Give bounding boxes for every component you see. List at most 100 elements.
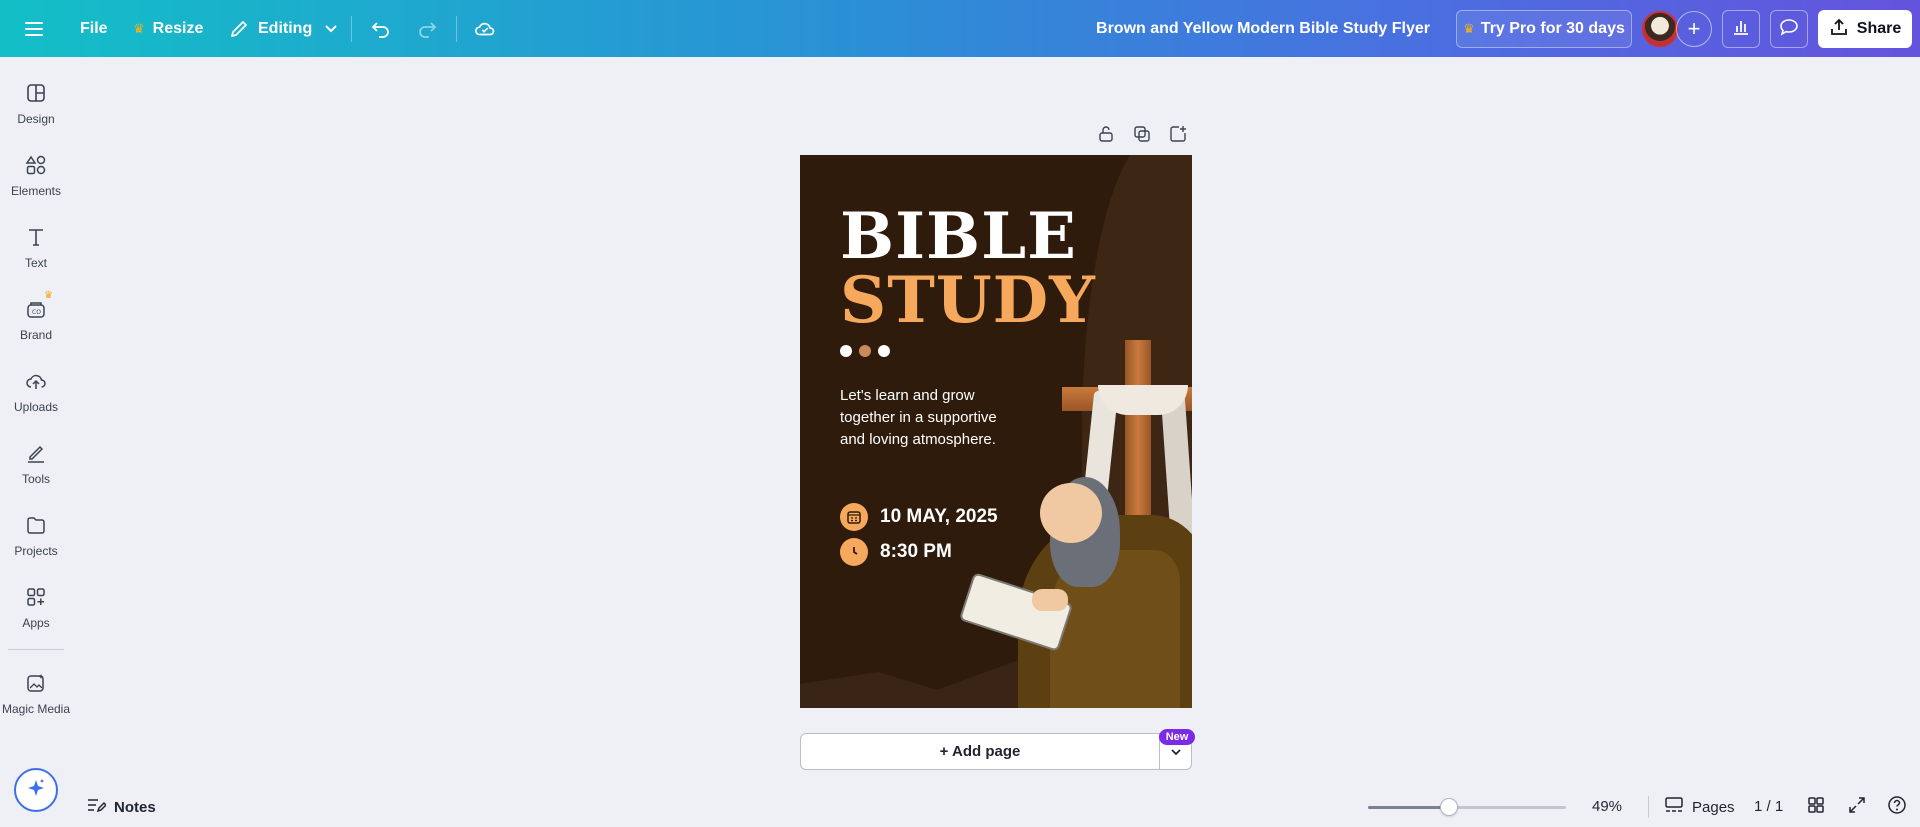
event-date: 10 MAY, 2025 (880, 506, 998, 527)
dot (878, 345, 890, 357)
sidebar-item-label: Apps (22, 616, 50, 630)
file-menu-label: File (80, 19, 108, 37)
hamburger-menu-icon (24, 18, 46, 40)
date-row[interactable]: 10 MAY, 2025 (840, 503, 998, 531)
share-button[interactable]: Share (1818, 10, 1912, 48)
svg-text:CO: CO (32, 309, 41, 316)
sidebar-item-label: Brand (19, 328, 53, 342)
projects-icon (24, 513, 48, 537)
crown-icon: ♛ (44, 290, 53, 301)
grid-view-button[interactable] (1805, 796, 1827, 818)
decorative-dots (840, 345, 890, 357)
uploads-icon (24, 369, 48, 393)
dot (840, 345, 852, 357)
notes-label: Notes (114, 798, 156, 816)
apps-icon (24, 585, 48, 609)
editing-mode-dropdown[interactable]: Editing (228, 0, 342, 57)
sidebar-item-text[interactable]: Text (0, 225, 72, 270)
left-sidebar: Design Elements Text CO Brand ♛ Uploads … (0, 57, 72, 827)
zoom-percentage[interactable]: 49% (1592, 798, 1622, 815)
sidebar-item-projects[interactable]: Projects (0, 513, 72, 558)
sidebar-item-label: Text (24, 256, 47, 270)
flyer-description[interactable]: Let's learn and grow together in a suppo… (840, 385, 1000, 451)
hand-illustration (1032, 589, 1068, 611)
event-time: 8:30 PM (880, 541, 952, 562)
time-row[interactable]: 8:30 PM (840, 538, 952, 566)
share-label: Share (1856, 20, 1902, 37)
zoom-slider[interactable] (1368, 806, 1566, 809)
undo-button[interactable] (370, 0, 392, 57)
notes-icon (86, 796, 108, 818)
top-toolbar: File ♛ Resize Editing Brown and Yellow M… (0, 0, 1920, 57)
sidebar-item-label: Projects (14, 544, 58, 558)
help-button[interactable] (1886, 795, 1908, 820)
magic-assistant-button[interactable] (14, 768, 58, 812)
save-status-button[interactable] (474, 0, 496, 57)
bar-chart-icon (1732, 18, 1750, 41)
design-canvas-page[interactable]: BIBLE STUDY Let's learn and grow togethe… (800, 155, 1192, 708)
cloud-check-icon (474, 18, 496, 40)
sidebar-item-brand[interactable]: CO Brand (0, 297, 72, 342)
add-page-top-button[interactable] (1166, 124, 1190, 148)
pages-button[interactable]: Pages (1664, 796, 1735, 818)
sidebar-item-uploads[interactable]: Uploads (0, 369, 72, 414)
pages-icon (1664, 796, 1684, 818)
text-icon (24, 225, 48, 249)
invite-collaborator-button[interactable]: + (1676, 11, 1712, 47)
sidebar-item-label: Uploads (13, 400, 59, 414)
help-icon (1887, 795, 1907, 820)
notes-button[interactable]: Notes (86, 796, 156, 818)
redo-button[interactable] (416, 0, 438, 57)
comments-button[interactable] (1770, 10, 1808, 48)
user-avatar[interactable] (1642, 11, 1678, 47)
grid-view-icon (1807, 796, 1825, 819)
sidebar-item-apps[interactable]: Apps (0, 585, 72, 630)
comment-icon (1779, 18, 1799, 41)
insights-button[interactable] (1722, 10, 1760, 48)
sidebar-item-label: Design (17, 112, 55, 126)
clock-icon (840, 538, 868, 566)
sidebar-item-magic-media[interactable]: Magic Media (0, 671, 72, 716)
man-head-illustration (1040, 483, 1102, 543)
elements-icon (24, 153, 48, 177)
design-icon (24, 81, 48, 105)
sidebar-item-label: Magic Media (1, 702, 71, 716)
sidebar-divider (8, 649, 64, 650)
undo-icon (370, 18, 392, 40)
resize-label: Resize (152, 19, 204, 37)
chevron-down-icon (1170, 743, 1182, 761)
sparkle-icon (25, 777, 47, 804)
zoom-slider-handle[interactable] (1439, 798, 1458, 816)
file-menu-button[interactable]: File (80, 0, 108, 57)
toolbar-divider (456, 16, 457, 42)
lock-page-button[interactable] (1094, 124, 1118, 148)
magic-media-icon (24, 671, 48, 695)
duplicate-icon (1133, 125, 1151, 148)
toolbar-divider (351, 16, 352, 42)
zoom-slider-fill (1368, 806, 1449, 809)
unlock-icon (1097, 125, 1115, 148)
bottombar-divider (1648, 796, 1649, 818)
editing-label: Editing (258, 19, 313, 37)
expand-icon (1848, 796, 1866, 819)
add-page-button[interactable]: + Add page (800, 733, 1160, 770)
try-pro-label: Try Pro for 30 days (1480, 20, 1625, 37)
resize-button[interactable]: ♛ Resize (133, 0, 203, 57)
sidebar-item-tools[interactable]: Tools (0, 441, 72, 486)
sidebar-item-label: Elements (10, 184, 62, 198)
new-badge: New (1159, 729, 1195, 745)
crown-icon: ♛ (133, 20, 145, 36)
add-page-icon (1169, 125, 1187, 148)
calendar-icon (840, 503, 868, 531)
main-menu-button[interactable] (24, 0, 46, 57)
duplicate-page-button[interactable] (1130, 124, 1154, 148)
flyer-title-line2[interactable]: STUDY (840, 269, 1096, 333)
sidebar-item-elements[interactable]: Elements (0, 153, 72, 198)
flyer-title-line1[interactable]: BIBLE (840, 205, 1077, 269)
tools-icon (24, 441, 48, 465)
fullscreen-button[interactable] (1846, 796, 1868, 818)
try-pro-button[interactable]: ♛ Try Pro for 30 days (1456, 10, 1632, 48)
document-title[interactable]: Brown and Yellow Modern Bible Study Flye… (1096, 0, 1430, 57)
sidebar-item-design[interactable]: Design (0, 81, 72, 126)
pages-label: Pages (1692, 798, 1735, 816)
